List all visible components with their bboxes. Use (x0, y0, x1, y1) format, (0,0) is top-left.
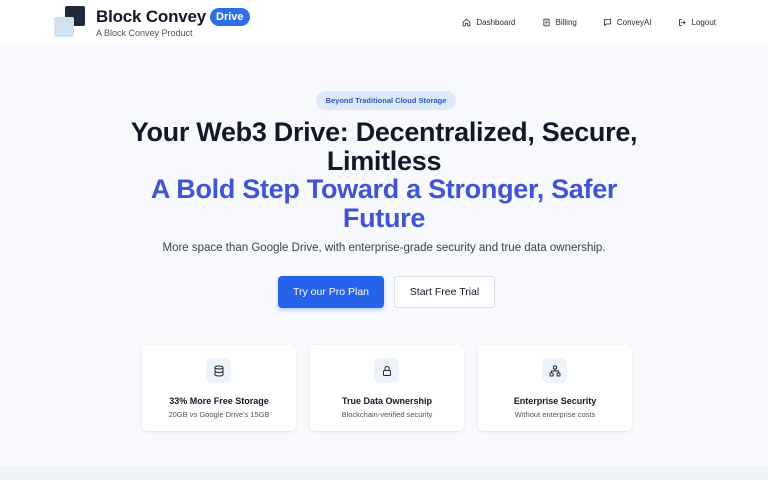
logo-icon (54, 6, 88, 38)
nav-logout[interactable]: Logout (678, 18, 716, 27)
hero-subtitle: More space than Google Drive, with enter… (162, 242, 606, 254)
database-icon (206, 358, 231, 383)
home-icon (463, 18, 471, 26)
nav-billing-label: Billing (555, 17, 577, 27)
feature-desc: Without enterprise costs (514, 410, 596, 419)
feature-card-storage: 33% More Free Storage 20GB vs Google Dri… (142, 345, 296, 431)
brand-logo[interactable]: Block Convey Drive A Block Convey Produc… (54, 6, 250, 38)
hero-title-line2: Limitless (326, 146, 442, 176)
nav-dashboard-label: Dashboard (476, 17, 516, 27)
feature-title: Enterprise Security (513, 396, 597, 406)
chat-icon (603, 18, 611, 26)
nav-conveyai[interactable]: ConveyAI (603, 18, 652, 27)
hero-title: Your Web3 Drive: Decentralized, Secure, … (0, 118, 768, 176)
nav-billing[interactable]: Billing (542, 18, 577, 27)
brand-name: Block Convey (96, 6, 207, 26)
top-header: Block Convey Drive A Block Convey Produc… (0, 0, 768, 44)
feature-desc: 20GB vs Google Drive's 15GB (168, 410, 270, 419)
main-nav: Dashboard Billing ConveyAI Logout (462, 18, 716, 27)
feature-title: True Data Ownership (341, 396, 433, 406)
feature-title: 33% More Free Storage (169, 396, 269, 406)
receipt-icon (542, 18, 550, 26)
bottom-section-edge (0, 466, 768, 480)
logout-icon (678, 18, 686, 26)
feature-card-ownership: True Data Ownership Blockchain-verified … (310, 345, 464, 431)
nav-logout-label: Logout (691, 17, 716, 27)
hero-accent-title: A Bold Step Toward a Stronger, Safer Fut… (0, 175, 768, 233)
feature-desc: Blockchain-verified security (341, 410, 433, 419)
brand-subtitle: A Block Convey Product (96, 27, 193, 38)
nav-conveyai-label: ConveyAI (616, 17, 652, 27)
tagline-pill: Beyond Traditional Cloud Storage (316, 91, 456, 110)
hero-title-line1: Your Web3 Drive: Decentralized, Secure, (130, 117, 638, 147)
hero-accent-line2: Future (342, 203, 426, 233)
network-icon (542, 358, 567, 383)
lock-icon (374, 358, 399, 383)
brand-badge: Drive (210, 7, 250, 26)
feature-card-security: Enterprise Security Without enterprise c… (478, 345, 632, 431)
nav-dashboard[interactable]: Dashboard (462, 17, 516, 27)
hero-accent-line1: A Bold Step Toward a Stronger, Safer (150, 174, 618, 204)
start-free-trial-button[interactable]: Start Free Trial (394, 276, 495, 308)
try-pro-plan-button[interactable]: Try our Pro Plan (278, 276, 384, 308)
